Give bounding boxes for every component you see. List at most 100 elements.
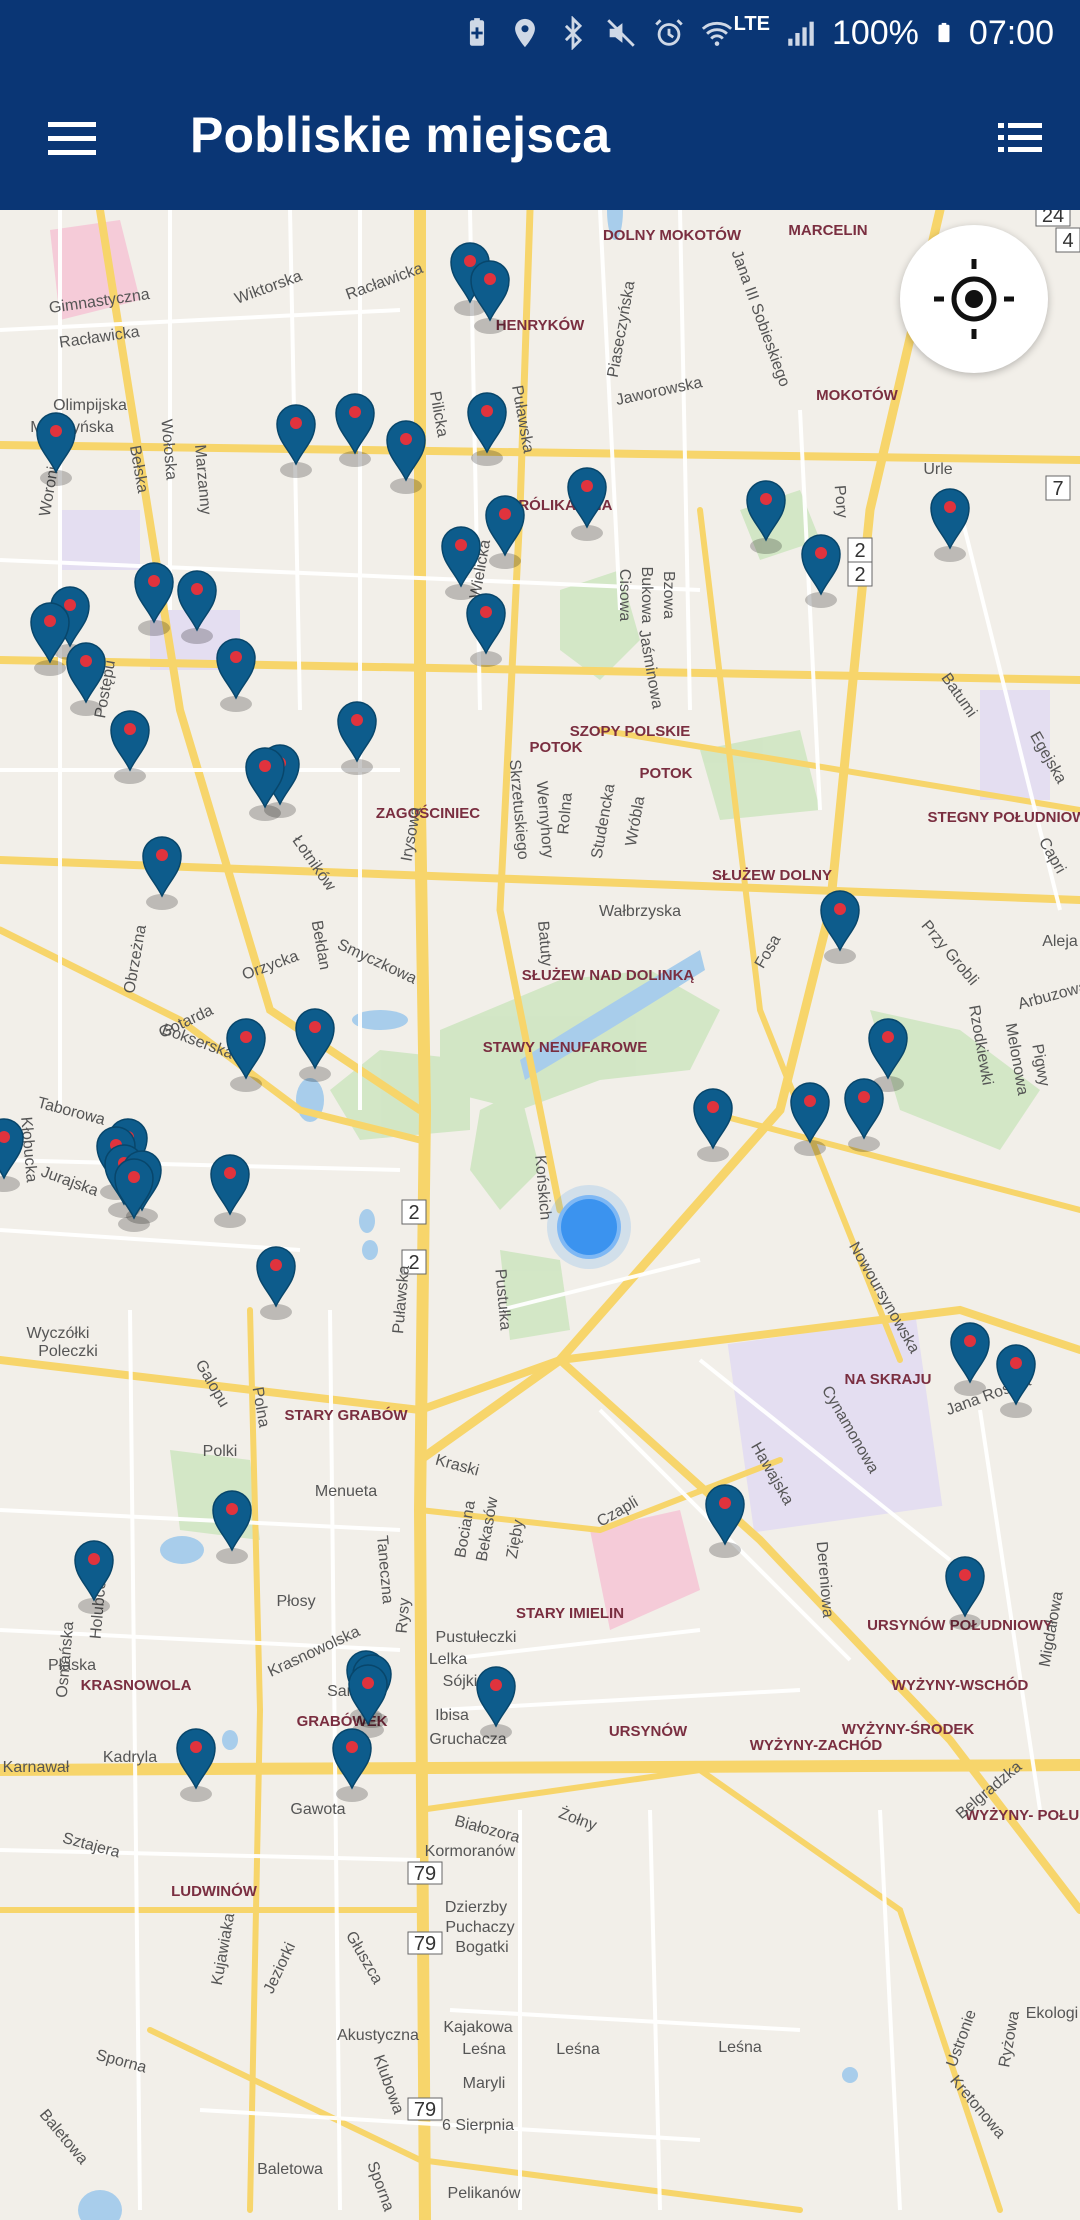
place-pin[interactable] [746, 480, 786, 555]
place-pin[interactable] [212, 1490, 252, 1565]
street-label: Pilicka [426, 390, 451, 439]
street-label: Bukowa [638, 567, 655, 624]
place-pin[interactable] [335, 393, 375, 468]
street-label: Taborowa [35, 1094, 107, 1128]
place-pin[interactable] [295, 1008, 335, 1083]
place-pin[interactable] [245, 747, 285, 822]
street-label: Gawota [290, 1801, 345, 1818]
street-label: Rysy [393, 1597, 413, 1634]
place-pin[interactable] [693, 1088, 733, 1163]
place-pin[interactable] [820, 890, 860, 965]
place-pin[interactable] [348, 1664, 388, 1739]
street-label: Białozora [453, 1813, 522, 1847]
place-pin[interactable] [134, 562, 174, 637]
place-pin[interactable] [142, 836, 182, 911]
place-pin[interactable] [466, 593, 506, 668]
street-label: Fosa [752, 932, 785, 971]
place-pin[interactable] [176, 1728, 216, 1803]
place-pin[interactable] [332, 1728, 372, 1803]
street-label: Capri [1035, 835, 1069, 877]
place-pin[interactable] [386, 420, 426, 495]
place-pin[interactable] [110, 710, 150, 785]
street-label: Baletowa [36, 2106, 91, 2167]
road-shield: 79 [414, 2099, 436, 2121]
place-pin[interactable] [844, 1078, 884, 1153]
place-pin[interactable] [485, 495, 525, 570]
signal-icon [788, 21, 814, 46]
street-label: Menueta [315, 1483, 377, 1500]
place-pin[interactable] [216, 638, 256, 713]
place-pin[interactable] [945, 1556, 985, 1631]
district-label: WYŻYNY-WSCHÓD [892, 1676, 1029, 1694]
street-label: Kormoranów [425, 1843, 516, 1860]
street-label: Leśna [718, 2039, 762, 2056]
district-label: NA SKRAJU [845, 1371, 932, 1388]
my-location-button[interactable] [900, 225, 1048, 373]
street-label: Ibisa [435, 1707, 469, 1724]
district-label: MARCELIN [788, 222, 867, 239]
place-pin[interactable] [567, 467, 607, 542]
place-pin[interactable] [790, 1082, 830, 1157]
street-label: Bogatki [455, 1939, 508, 1956]
place-pin[interactable] [441, 526, 481, 601]
street-label: Puławska [390, 1265, 413, 1335]
street-label: Ustronie [944, 2007, 980, 2069]
place-pin[interactable] [0, 1118, 24, 1193]
page-title: Pobliskie miejsca [190, 107, 611, 163]
map-view[interactable]: 2 2 2 2 7 79 79 79 4 24 DOLNY MOKOTÓW MA… [0, 210, 1080, 2220]
hamburger-menu-icon[interactable] [36, 108, 108, 168]
place-pin[interactable] [30, 602, 70, 677]
street-label: Puławska [508, 384, 537, 454]
place-pin[interactable] [337, 701, 377, 776]
street-label: Studencka [589, 782, 619, 860]
street-label: Cisowa [616, 569, 633, 622]
district-label: STARY GRABÓW [284, 1406, 408, 1424]
street-label: Puchaczy [445, 1919, 514, 1936]
place-pin[interactable] [66, 642, 106, 717]
clock: 07:00 [968, 13, 1054, 52]
place-pin[interactable] [470, 260, 510, 335]
place-pin[interactable] [868, 1018, 908, 1093]
place-pin[interactable] [226, 1018, 266, 1093]
district-label: POTOK [639, 765, 692, 782]
street-label: Ryżowa [996, 2010, 1023, 2069]
road-shield: 2 [408, 1202, 419, 1224]
street-label: Jurajska [39, 1164, 101, 1200]
place-pin[interactable] [177, 570, 217, 645]
district-label: DOLNY MOKOTÓW [603, 226, 742, 244]
street-label: Głuszca [342, 1928, 386, 1987]
street-label: Rolna [555, 792, 576, 835]
street-label: Kraski [433, 1452, 480, 1480]
district-label: POTOK [529, 739, 582, 756]
place-pin[interactable] [801, 534, 841, 609]
place-pin[interactable] [36, 412, 76, 487]
place-pin[interactable] [114, 1158, 154, 1233]
street-label: Skrzetuskiego [506, 759, 532, 861]
place-pin[interactable] [950, 1322, 990, 1397]
street-label: Karnawał [3, 1759, 70, 1776]
place-pin[interactable] [74, 1540, 114, 1615]
street-label: Marzanny [191, 444, 214, 515]
place-pin[interactable] [705, 1484, 745, 1559]
place-pin[interactable] [930, 488, 970, 563]
street-label: Kadryla [103, 1749, 157, 1766]
district-label: STAWY NENUFAROWE [483, 1039, 647, 1056]
place-pin[interactable] [996, 1344, 1036, 1419]
street-label: Wyczółki [27, 1325, 90, 1342]
place-pin[interactable] [210, 1154, 250, 1229]
list-view-icon[interactable] [984, 108, 1056, 168]
map-base: 2 2 2 2 7 79 79 79 4 24 DOLNY MOKOTÓW MA… [0, 210, 1080, 2220]
street-label: Leśna [556, 2041, 600, 2058]
street-label: Akustyczna [337, 2027, 419, 2044]
street-label: Obrzeżna [121, 923, 150, 994]
street-label: Dzierzby [445, 1899, 507, 1916]
street-label: Zięby [504, 1518, 528, 1559]
place-pin[interactable] [467, 392, 507, 467]
battery-icon [938, 22, 950, 43]
place-pin[interactable] [476, 1666, 516, 1741]
district-label: WYŻYNY-ŚRODEK [842, 1720, 975, 1738]
street-label: Jaworowska [614, 374, 704, 409]
place-pin[interactable] [256, 1246, 296, 1321]
place-pin[interactable] [276, 404, 316, 479]
road-shield: 2 [854, 564, 865, 586]
